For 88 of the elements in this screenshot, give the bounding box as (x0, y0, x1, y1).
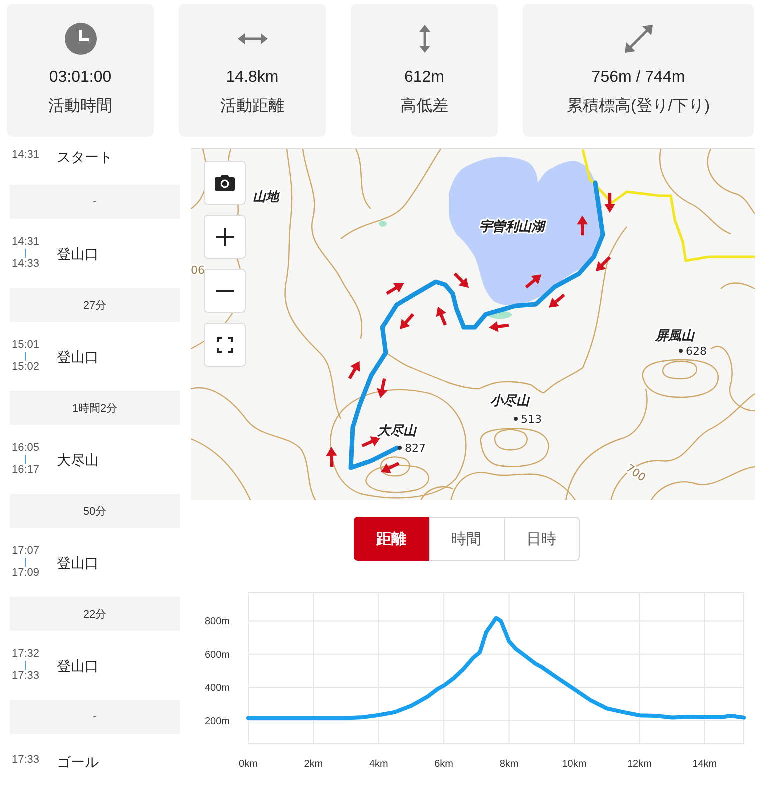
plus-icon (216, 228, 234, 246)
map-place-label: 山地 (253, 190, 279, 205)
direction-arrow-icon (436, 306, 448, 326)
axis-tick-label: 8km (500, 759, 519, 770)
time-text: 15:02 (12, 361, 40, 374)
view-tab[interactable]: 日時 (504, 517, 580, 561)
time-text: 14:33 (12, 258, 40, 271)
map-panel[interactable]: 山地 宇曽利山湖 06 屏風山 628 小尽山 513 大尽山 827 700 (191, 148, 755, 500)
zoom-in-button[interactable] (204, 215, 246, 259)
camera-button[interactable] (204, 161, 246, 205)
stat-label: 累積標高(登り/下り) (566, 96, 710, 117)
time-text: 14:31 (12, 236, 40, 249)
axis-tick-label: 10km (562, 759, 587, 770)
vertical-arrows-icon (418, 25, 430, 53)
direction-arrow-icon (596, 256, 612, 272)
direction-arrow-icon (489, 321, 510, 332)
direction-arrow-icon (326, 447, 338, 468)
camera-icon (215, 175, 235, 191)
summit-dot-icon (679, 349, 683, 353)
map-place-label: 宇曽利山湖 (480, 220, 544, 235)
time-text: 17:07 (12, 545, 40, 558)
elevation-label: 827 (405, 442, 426, 455)
direction-arrow-icon (604, 193, 616, 213)
elevation-label: 513 (521, 413, 542, 426)
direction-arrow-icon (381, 462, 400, 474)
direction-arrow-icon (577, 216, 588, 236)
waypoint-name: 大尽山 (57, 452, 99, 468)
duration-bar: - (10, 185, 180, 219)
direction-arrow-icon (525, 274, 542, 289)
axis-tick-label: 4km (369, 759, 388, 770)
duration-bar: 1時間2分 (10, 391, 180, 425)
stat-value: 14.8km (226, 68, 279, 88)
direction-arrow-icon (362, 436, 381, 448)
summit-dot-icon (398, 446, 402, 450)
map-place-label: 屏風山 (656, 329, 694, 344)
view-tab[interactable]: 時間 (428, 517, 504, 561)
waypoint-name: 登山口 (57, 348, 99, 364)
contour-label: 06 (191, 264, 205, 277)
axis-tick-label: 0km (239, 759, 258, 770)
waypoint-name: 登山口 (57, 246, 99, 262)
stat-label: 活動距離 (220, 97, 284, 117)
horizontal-arrows-icon (238, 33, 268, 45)
stat-value: 756m / 744m (592, 68, 686, 88)
map-place-label: 大尽山 (378, 424, 416, 439)
stat-label: 活動時間 (48, 96, 112, 117)
duration-bar: - (10, 700, 180, 734)
direction-arrow-icon (348, 361, 360, 380)
direction-arrow-icon (377, 378, 388, 398)
axis-tick-label: 2km (304, 759, 324, 770)
duration-bar: 22分 (10, 597, 180, 631)
axis-tick-label: 800m (204, 616, 230, 628)
axis-tick-label: 14km (692, 759, 718, 770)
axis-tick-label: 200m (204, 716, 230, 728)
direction-arrow-icon (454, 272, 470, 288)
waypoint-name: 登山口 (57, 554, 99, 570)
duration-bar: 27分 (10, 288, 180, 322)
contour-label: 700 (624, 462, 648, 484)
duration-bar: 50分 (10, 494, 180, 528)
time-text: 14:31 (12, 149, 40, 162)
view-tab[interactable]: 距離 (354, 517, 430, 561)
minus-icon (216, 290, 234, 292)
time-text: 17:33 (12, 754, 40, 767)
stat-value: 612m (404, 68, 445, 88)
time-text: 17:09 (12, 567, 40, 580)
map-place-label: 小尽山 (490, 394, 530, 409)
waypoint-name: スタート (57, 149, 113, 165)
elevation-label: 628 (686, 345, 707, 358)
stat-label: 高低差 (400, 96, 448, 117)
time-text: 16:17 (12, 464, 40, 477)
axis-tick-label: 400m (204, 683, 230, 694)
waypoint-name: 登山口 (57, 658, 99, 674)
summit-dot-icon (514, 417, 518, 421)
axis-tick-label: 12km (627, 759, 652, 770)
fullscreen-icon (217, 337, 233, 353)
time-text: 15:01 (12, 339, 40, 352)
direction-arrow-icon (549, 294, 566, 308)
fullscreen-button[interactable] (204, 323, 246, 367)
stat-value: 03:01:00 (49, 68, 112, 88)
axis-tick-label: 6km (434, 759, 454, 770)
time-text: 17:32 (12, 648, 40, 661)
clock-icon (64, 23, 96, 55)
diagonal-arrows-icon (624, 25, 652, 53)
waypoint-name: ゴール (57, 754, 99, 770)
axis-tick-label: 600m (204, 650, 230, 661)
direction-arrow-icon (400, 313, 414, 330)
time-text: 16:05 (12, 442, 40, 455)
direction-arrow-icon (386, 283, 404, 296)
time-text: 17:33 (12, 670, 40, 683)
